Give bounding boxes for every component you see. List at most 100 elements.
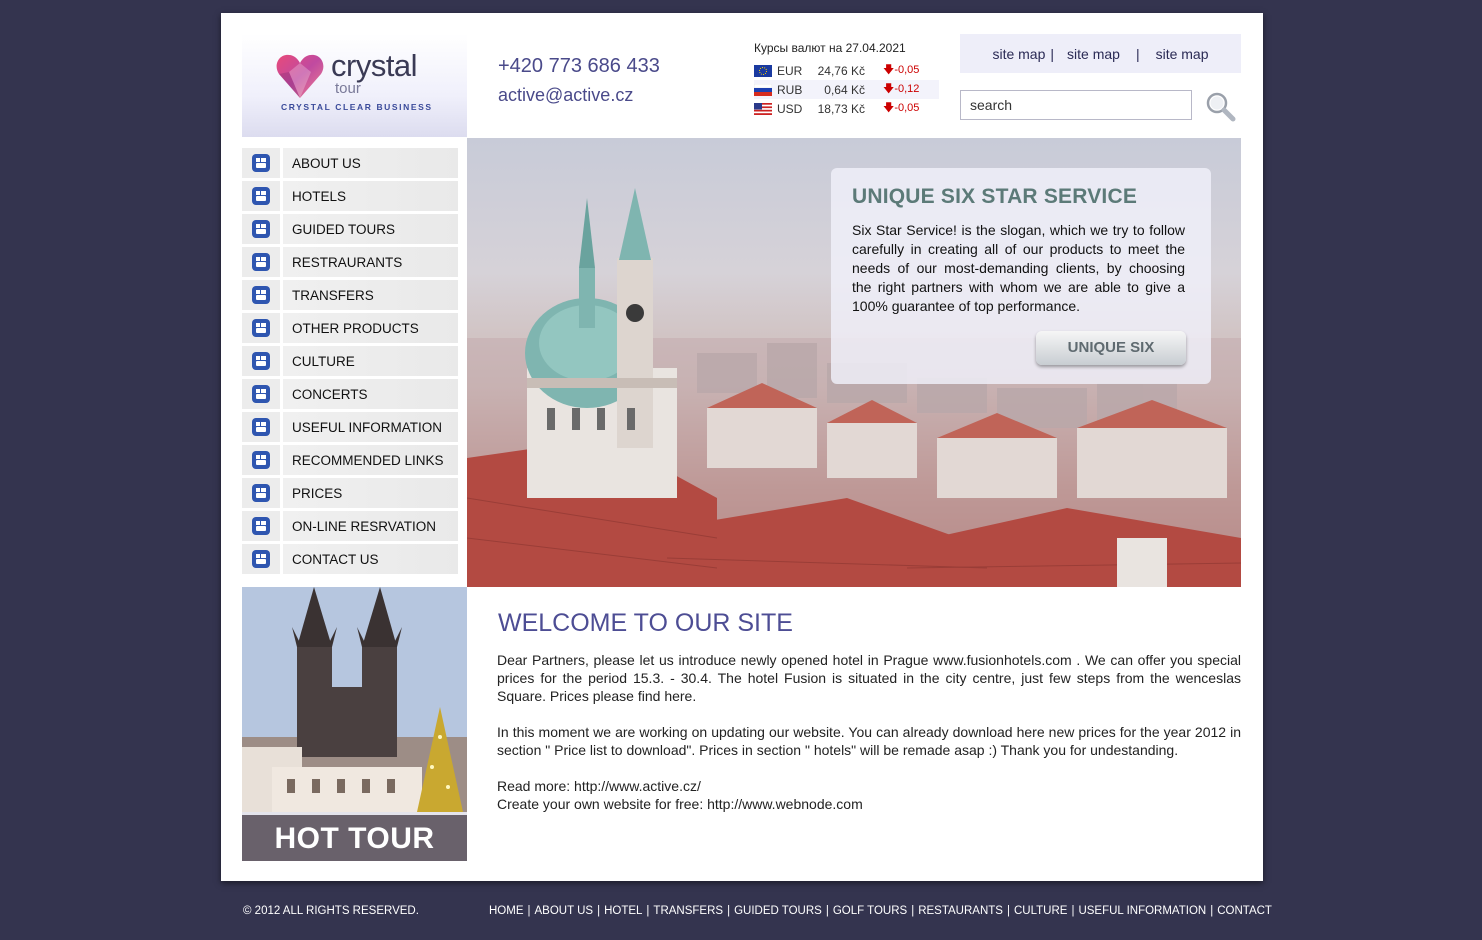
hero-title: UNIQUE SIX STAR SERVICE	[852, 185, 1138, 208]
menu-item-concerts[interactable]: CONCERTS	[242, 379, 467, 409]
menu-item-culture[interactable]: CULTURE	[242, 346, 467, 376]
menu-item-prices[interactable]: PRICES	[242, 478, 467, 508]
menu-item-recommended-links[interactable]: RECOMMENDED LINKS	[242, 445, 467, 475]
menu-label: HOTELS	[283, 181, 458, 211]
footer-link-home[interactable]: HOME	[489, 905, 524, 917]
menu-label: USEFUL INFORMATION	[283, 412, 458, 442]
footer-nav: HOME | ABOUT US | HOTEL | TRANSFERS | GUIDED TOU…	[489, 905, 1272, 917]
footer-link-culture[interactable]: CULTURE	[1014, 905, 1067, 917]
menu-item-useful-information[interactable]: USEFUL INFORMATION	[242, 412, 467, 442]
rate-row: EUR 24,76 Kč 🡇-0,05	[754, 61, 939, 80]
menu-bullet-icon	[252, 286, 270, 304]
menu-label: CULTURE	[283, 346, 458, 376]
rate-value: 24,76 Kč	[817, 63, 865, 78]
footer-link-guided-tours[interactable]: GUIDED TOURS	[734, 905, 822, 917]
hero-banner: UNIQUE SIX STAR SERVICE Six Star Service…	[467, 138, 1241, 587]
search-icon[interactable]	[1204, 90, 1236, 122]
hot-tour-banner[interactable]: HOT TOUR	[242, 587, 467, 861]
menu-label: CONTACT US	[283, 544, 458, 574]
rate-code: EUR	[777, 63, 803, 78]
divider: |	[646, 905, 650, 917]
read-more-link[interactable]: Read more: http://www.active.cz/	[497, 777, 1241, 795]
content-paragraph: In this moment we are working on updatin…	[497, 724, 1241, 758]
unique-six-button[interactable]: UNIQUE SIX	[1036, 331, 1186, 365]
menu-label: OTHER PRODUCTS	[283, 313, 458, 343]
menu-label: GUIDED TOURS	[283, 214, 458, 244]
rates-table: EUR 24,76 Kč 🡇-0,05 RUB 0,64 Kč 🡇-0,12 U…	[754, 61, 939, 118]
divider: |	[1071, 905, 1075, 917]
footer-link-useful-information[interactable]: USEFUL INFORMATION	[1078, 905, 1206, 917]
divider: |	[825, 905, 829, 917]
welcome-heading: WELCOME TO OUR SITE	[498, 609, 793, 637]
rate-code: USD	[777, 101, 803, 116]
menu-bullet-icon	[252, 352, 270, 370]
menu-label: PRICES	[283, 478, 458, 508]
rate-value: 18,73 Kč	[817, 101, 865, 116]
menu-bullet-icon	[252, 517, 270, 535]
create-website-link[interactable]: Create your own website for free: http:/…	[497, 795, 1241, 813]
footer-link-transfers[interactable]: TRANSFERS	[653, 905, 723, 917]
main-content: WELCOME TO OUR SITE Dear Partners, pleas…	[497, 609, 1241, 831]
footer-link-about-us[interactable]: ABOUT US	[535, 905, 594, 917]
menu-label: RECOMMENDED LINKS	[283, 445, 458, 475]
divider: |	[527, 905, 531, 917]
copyright: © 2012 ALL RIGHTS RESERVED.	[243, 905, 419, 917]
arrow-down-icon: 🡇	[883, 83, 895, 95]
footer-link-restaurants[interactable]: RESTAURANTS	[918, 905, 1003, 917]
hero-text: Six Star Service! is the slogan, which w…	[852, 222, 1185, 314]
divider: |	[727, 905, 731, 917]
search-input[interactable]	[960, 90, 1192, 120]
arrow-down-icon: 🡇	[883, 102, 895, 114]
menu-item-contact-us[interactable]: CONTACT US	[242, 544, 467, 574]
menu-bullet-icon	[252, 154, 270, 172]
menu-bullet-icon	[252, 385, 270, 403]
hot-tour-label: HOT TOUR	[242, 815, 467, 861]
menu-bullet-icon	[252, 550, 270, 568]
menu-item-hotels[interactable]: HOTELS	[242, 181, 467, 211]
heart-logo-icon	[276, 54, 324, 98]
menu-item-online-reservation[interactable]: ON-LINE RESRVATION	[242, 511, 467, 541]
sitemap-link[interactable]: site map	[1067, 46, 1120, 62]
menu-label: TRANSFERS	[283, 280, 458, 310]
content-paragraph: Dear Partners, please let us introduce n…	[497, 652, 1241, 704]
email-link[interactable]: active@active.cz	[498, 85, 633, 106]
logo-tagline: CRYSTAL CLEAR BUSINESS	[281, 102, 433, 112]
menu-bullet-icon	[252, 451, 270, 469]
exchange-rates: Курсы валют на 27.04.2021 EUR 24,76 Kč 🡇…	[754, 41, 939, 118]
menu-label: ABOUT US	[283, 148, 458, 178]
menu-item-other-products[interactable]: OTHER PRODUCTS	[242, 313, 467, 343]
divider: |	[597, 905, 601, 917]
menu-bullet-icon	[252, 319, 270, 337]
sitemap-bar: site map | site map | site map	[960, 34, 1241, 73]
rate-change: 🡇-0,12	[883, 83, 920, 95]
divider: |	[1006, 905, 1010, 917]
footer-link-hotel[interactable]: HOTEL	[604, 905, 642, 917]
rate-row: RUB 0,64 Kč 🡇-0,12	[754, 80, 939, 99]
menu-bullet-icon	[252, 484, 270, 502]
hero-info-box: UNIQUE SIX STAR SERVICE Six Star Service…	[831, 168, 1211, 384]
divider: |	[1050, 45, 1055, 62]
logo-brand: crystal	[331, 48, 418, 83]
rate-change: 🡇-0,05	[883, 102, 920, 114]
logo-sub: tour	[335, 80, 361, 97]
arrow-down-icon: 🡇	[883, 64, 895, 76]
menu-label: RESTRAURANTS	[283, 247, 458, 277]
footer-link-contact[interactable]: CONTACT	[1217, 905, 1272, 917]
sitemap-link[interactable]: site map	[1156, 46, 1209, 62]
rate-value: 0,64 Kč	[824, 82, 865, 97]
sitemap-link[interactable]: site map	[992, 46, 1045, 62]
menu-bullet-icon	[252, 418, 270, 436]
eu-flag-icon	[754, 64, 772, 77]
page-container: crystal tour CRYSTAL CLEAR BUSINESS +420…	[221, 13, 1263, 881]
menu-item-restaurants[interactable]: RESTRAURANTS	[242, 247, 467, 277]
side-menu: ABOUT US HOTELS GUIDED TOURS RESTRAURANT…	[242, 148, 467, 577]
menu-item-transfers[interactable]: TRANSFERS	[242, 280, 467, 310]
us-flag-icon	[754, 102, 772, 115]
menu-item-about-us[interactable]: ABOUT US	[242, 148, 467, 178]
divider: |	[1135, 45, 1140, 62]
logo[interactable]: crystal tour CRYSTAL CLEAR BUSINESS	[242, 34, 467, 137]
rate-change: 🡇-0,05	[883, 64, 920, 76]
menu-item-guided-tours[interactable]: GUIDED TOURS	[242, 214, 467, 244]
divider: |	[911, 905, 915, 917]
footer-link-golf-tours[interactable]: GOLF TOURS	[833, 905, 907, 917]
